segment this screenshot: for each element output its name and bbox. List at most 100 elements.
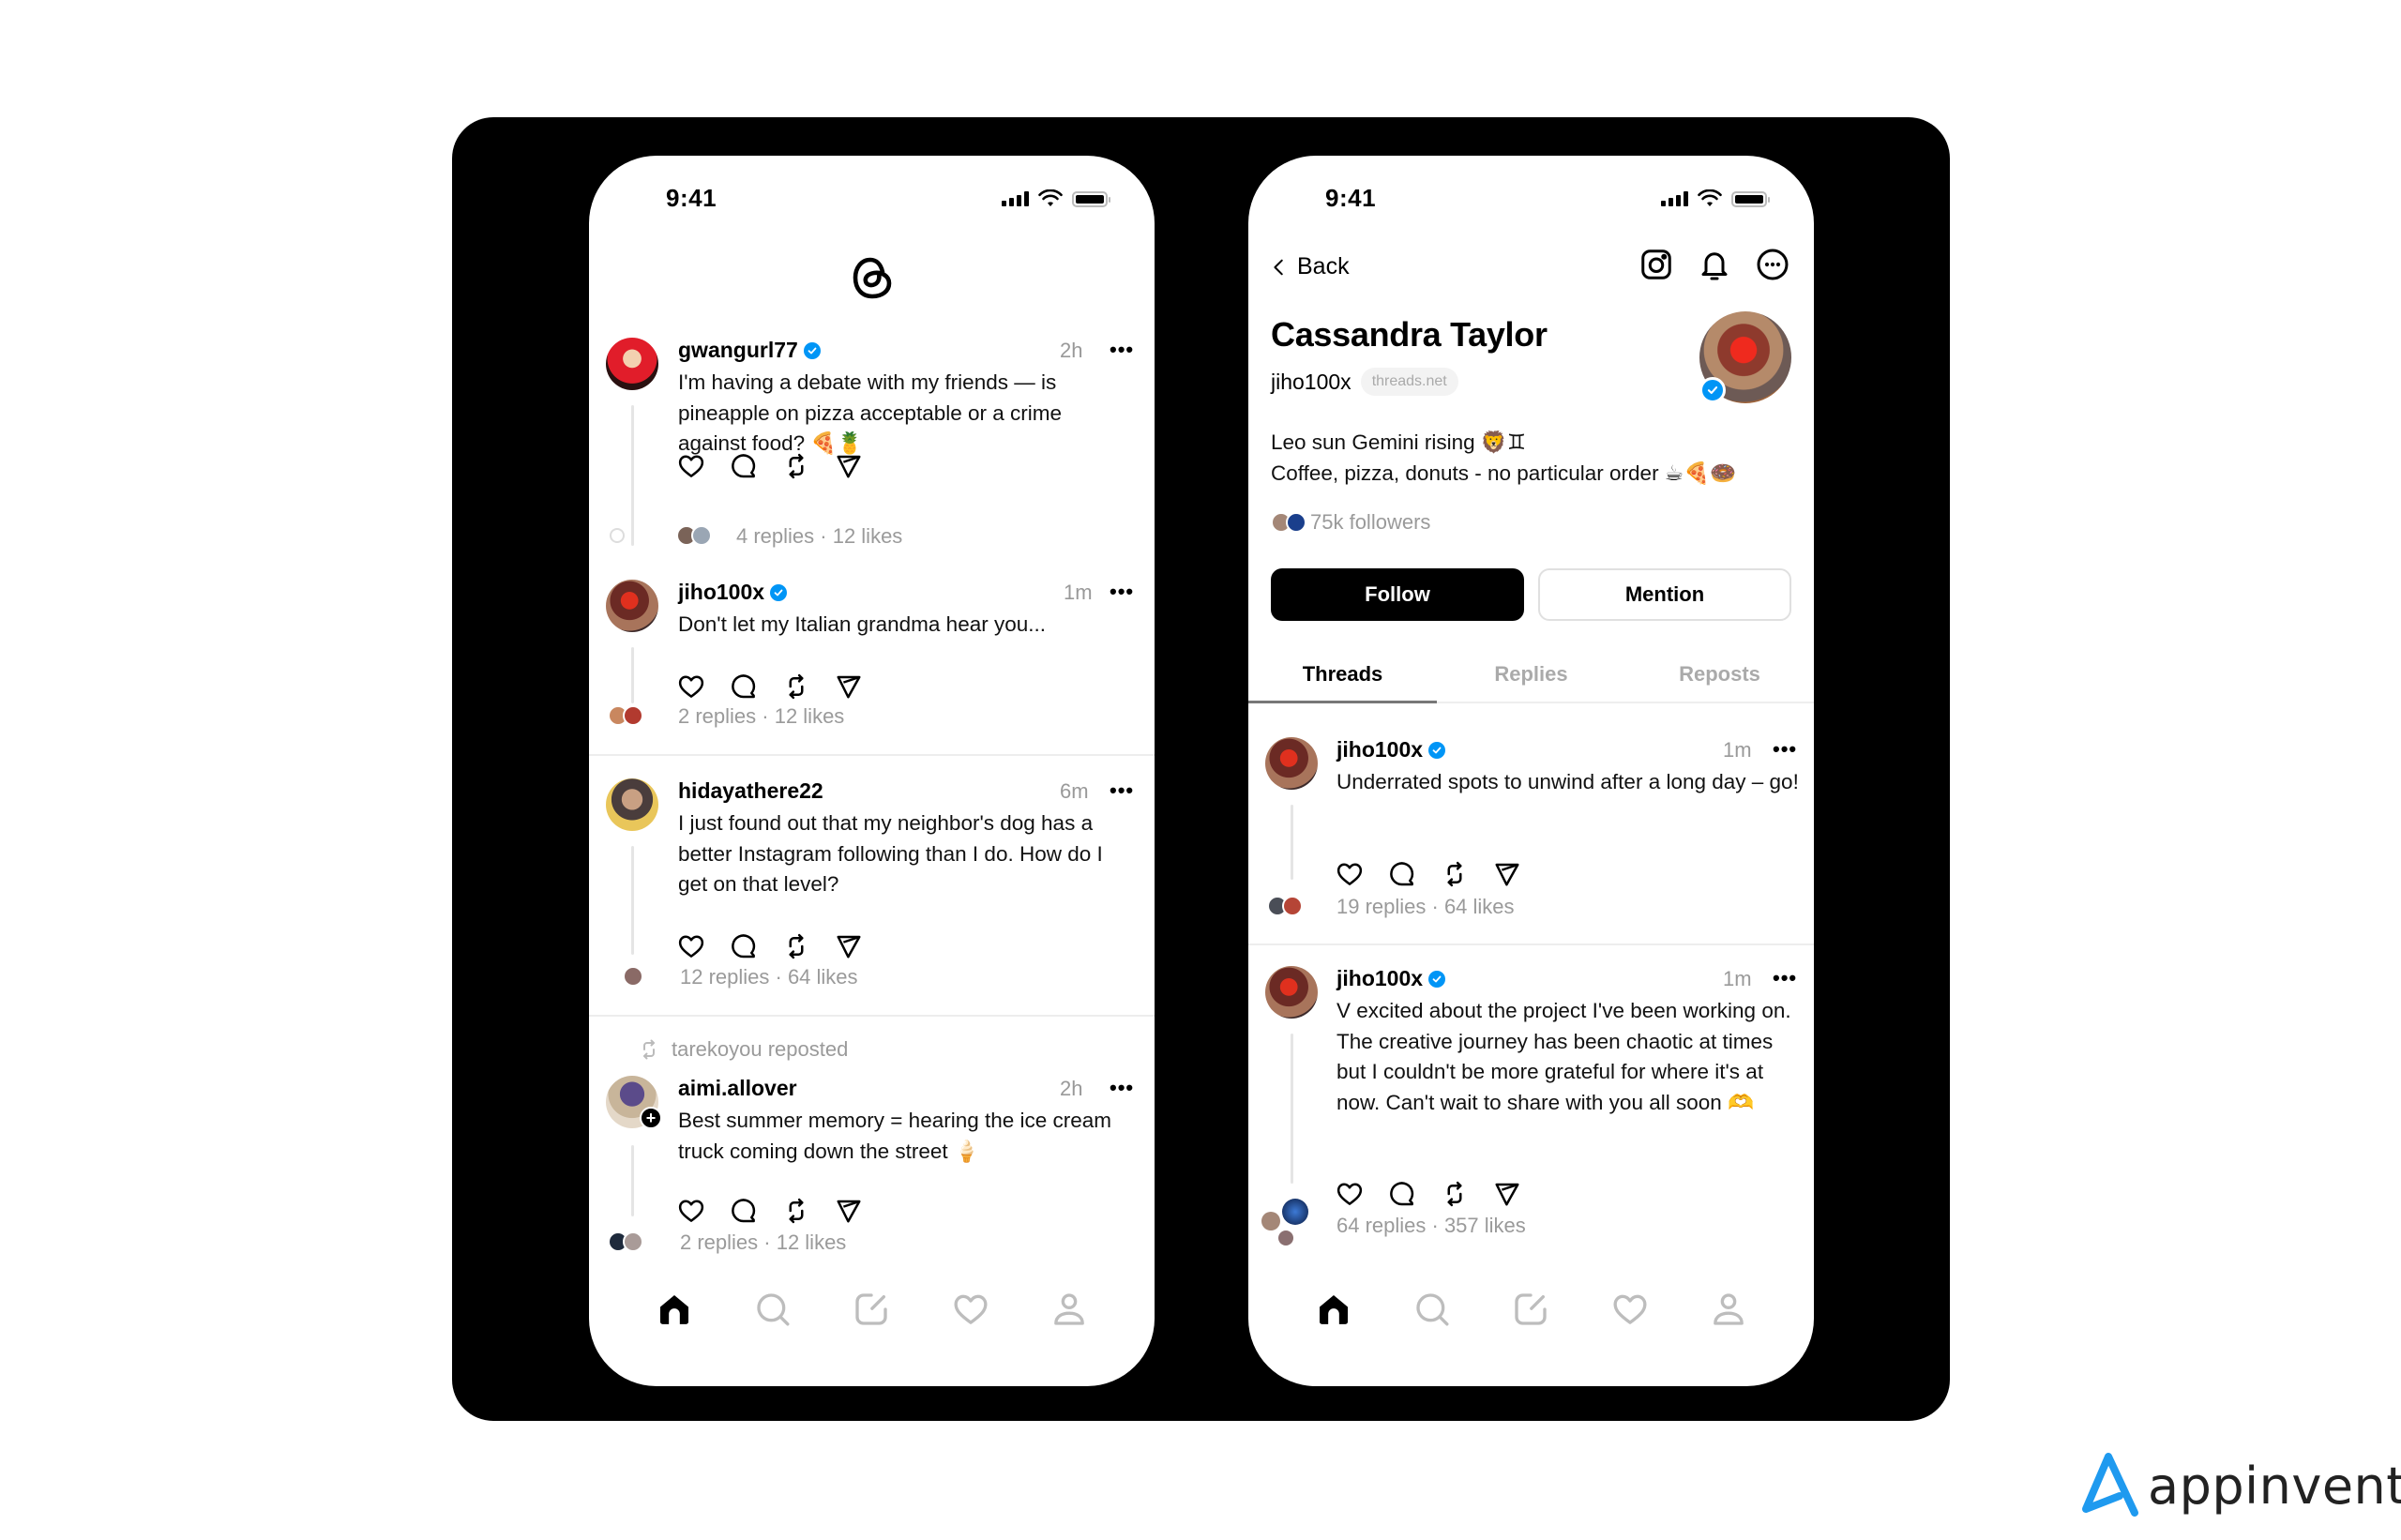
nav-profile[interactable]	[1700, 1281, 1757, 1337]
status-icons	[1002, 189, 1110, 208]
more-options-button[interactable]: •••	[1773, 968, 1797, 989]
avatar[interactable]	[606, 778, 658, 831]
follow-button[interactable]: Follow	[1271, 568, 1524, 621]
profile-icon	[1710, 1291, 1747, 1328]
post-time: 1m	[1723, 738, 1752, 762]
verified-badge-icon	[1699, 377, 1726, 403]
heart-icon	[1336, 1180, 1364, 1208]
instagram-button[interactable]	[1638, 246, 1675, 283]
nav-search[interactable]	[1404, 1281, 1460, 1337]
avatar[interactable]	[606, 580, 658, 632]
nav-profile[interactable]	[1041, 1281, 1097, 1337]
nav-compose[interactable]	[1503, 1281, 1559, 1337]
feed-screen: 9:41 gwangurl77 2h ••• I'm having a deba…	[589, 156, 1155, 1386]
post-username[interactable]: gwangurl77	[678, 338, 821, 363]
reply-button[interactable]	[728, 450, 760, 482]
post-username[interactable]: jiho100x	[1336, 737, 1446, 762]
share-button[interactable]	[1491, 858, 1523, 890]
threads-logo-icon[interactable]	[848, 251, 897, 304]
repost-label[interactable]: tarekoyou reposted	[638, 1037, 848, 1062]
notifications-button[interactable]	[1696, 246, 1733, 283]
reply-button[interactable]	[728, 671, 760, 702]
repost-button[interactable]	[1439, 858, 1471, 890]
profile-bio: Leo sun Gemini rising 🦁♊ Coffee, pizza, …	[1271, 430, 1737, 485]
profile-name: Cassandra Taylor	[1271, 315, 1548, 354]
reply-button[interactable]	[728, 1195, 760, 1227]
like-button[interactable]	[1334, 1178, 1366, 1210]
repost-button[interactable]	[1439, 1178, 1471, 1210]
post-actions	[675, 930, 865, 962]
post-username[interactable]: jiho100x	[678, 580, 788, 605]
like-button[interactable]	[675, 1195, 707, 1227]
post-username[interactable]: aimi.allover	[678, 1076, 797, 1101]
nav-home[interactable]	[646, 1281, 702, 1337]
post-stats[interactable]: 12 replies · 64 likes	[680, 965, 858, 989]
reply-button[interactable]	[728, 930, 760, 962]
share-button[interactable]	[1491, 1178, 1523, 1210]
post-actions	[675, 1195, 865, 1227]
repost-icon	[1441, 860, 1469, 888]
avatar[interactable]	[1265, 966, 1318, 1019]
avatar[interactable]	[1265, 737, 1318, 790]
more-options-button[interactable]: •••	[1110, 1078, 1134, 1098]
followers-count[interactable]: 75k followers	[1271, 510, 1430, 535]
status-time: 9:41	[666, 184, 717, 212]
heart-icon	[677, 672, 705, 701]
nav-compose[interactable]	[843, 1281, 899, 1337]
like-button[interactable]	[675, 450, 707, 482]
thread-line	[631, 846, 634, 955]
chevron-left-icon	[1269, 256, 1290, 279]
nav-activity[interactable]	[943, 1281, 999, 1337]
comment-icon	[1388, 860, 1416, 888]
send-icon	[835, 932, 863, 960]
more-button[interactable]	[1754, 246, 1791, 283]
nav-search[interactable]	[745, 1281, 801, 1337]
nav-home[interactable]	[1306, 1281, 1362, 1337]
more-options-button[interactable]: •••	[1773, 739, 1797, 760]
repost-button[interactable]	[780, 1195, 812, 1227]
reply-button[interactable]	[1386, 1178, 1418, 1210]
more-options-button[interactable]: •••	[1110, 340, 1134, 360]
like-button[interactable]	[1334, 858, 1366, 890]
post-username[interactable]: hidayathere22	[678, 778, 823, 804]
tab-replies[interactable]: Replies	[1437, 647, 1625, 702]
post-text: Underrated spots to unwind after a long …	[1336, 770, 1799, 793]
domain-pill[interactable]: threads.net	[1360, 368, 1458, 396]
mention-button[interactable]: Mention	[1538, 568, 1791, 621]
nav-activity[interactable]	[1602, 1281, 1658, 1337]
battery-icon	[1072, 190, 1110, 207]
post-stats[interactable]: 19 replies · 64 likes	[1336, 895, 1515, 919]
share-button[interactable]	[833, 930, 865, 962]
repost-button[interactable]	[780, 671, 812, 702]
back-button[interactable]: Back	[1269, 253, 1350, 280]
brand-name: appinventiv	[2148, 1457, 2401, 1516]
post-stats[interactable]: 64 replies · 357 likes	[1336, 1214, 1526, 1238]
post-stats[interactable]: 2 replies · 12 likes	[680, 1230, 846, 1255]
follow-plus-icon[interactable]: +	[640, 1107, 662, 1129]
like-button[interactable]	[675, 930, 707, 962]
post-stats[interactable]: 2 replies · 12 likes	[678, 704, 844, 729]
tab-threads[interactable]: Threads	[1248, 647, 1437, 703]
repost-icon	[782, 672, 810, 701]
tab-reposts[interactable]: Reposts	[1625, 647, 1814, 702]
like-button[interactable]	[675, 671, 707, 702]
post-stats[interactable]: 4 replies · 12 likes	[736, 524, 902, 549]
reply-button[interactable]	[1386, 858, 1418, 890]
more-options-button[interactable]: •••	[1110, 780, 1134, 801]
share-button[interactable]	[833, 1195, 865, 1227]
post-text: I'm having a debate with my friends — is…	[678, 370, 1062, 455]
share-button[interactable]	[833, 450, 865, 482]
comment-icon	[730, 1197, 758, 1225]
more-options-button[interactable]: •••	[1110, 581, 1134, 602]
bottom-nav	[589, 1281, 1155, 1337]
repost-button[interactable]	[780, 450, 812, 482]
post-time: 6m	[1060, 779, 1089, 803]
compose-icon	[1512, 1291, 1549, 1328]
replier-avatars	[1267, 896, 1303, 916]
share-button[interactable]	[833, 671, 865, 702]
avatar[interactable]	[606, 338, 658, 390]
comment-icon	[730, 452, 758, 480]
post-username[interactable]: jiho100x	[1336, 966, 1446, 991]
repost-button[interactable]	[780, 930, 812, 962]
repost-icon	[782, 452, 810, 480]
